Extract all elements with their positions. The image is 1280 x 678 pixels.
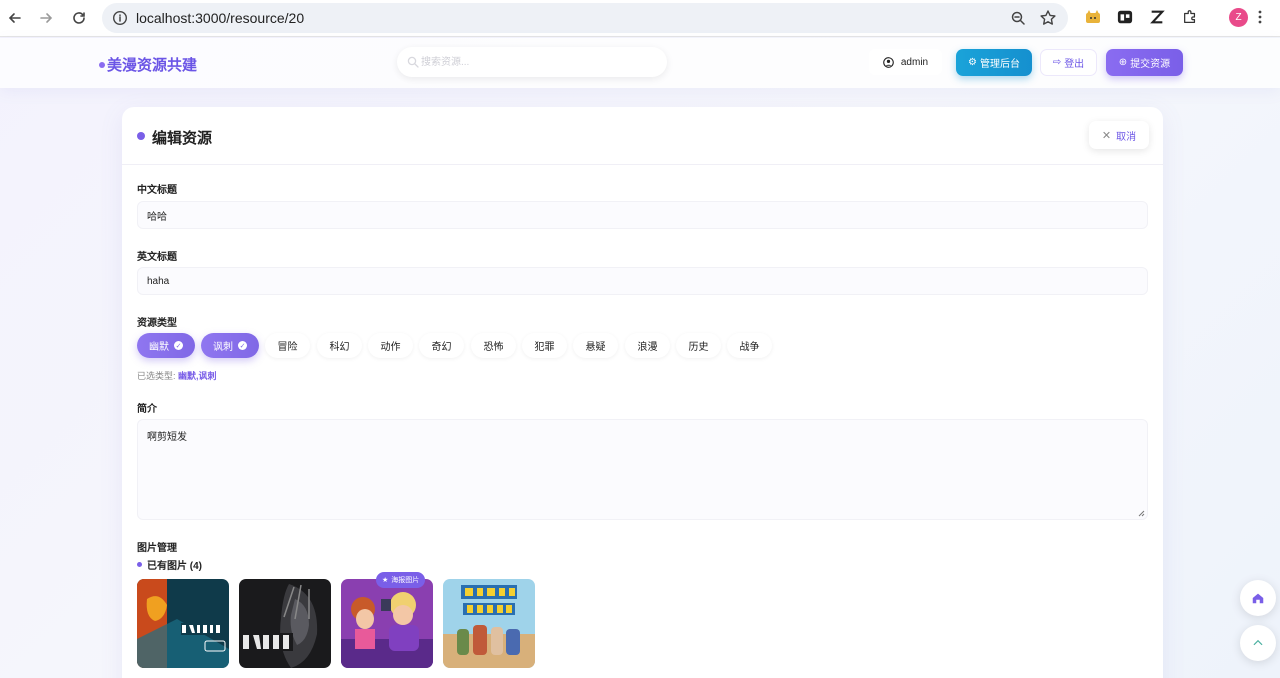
cancel-button[interactable]: ✕ 取消 — [1089, 121, 1149, 149]
address-bar[interactable]: localhost:3000/resource/20 — [102, 3, 1068, 33]
reload-icon[interactable] — [68, 7, 90, 29]
logout-button[interactable]: ⇨ 登出 — [1040, 49, 1097, 76]
search-icon — [407, 56, 419, 68]
star-icon[interactable] — [1039, 9, 1057, 27]
home-icon — [1252, 593, 1264, 604]
tag-humor[interactable]: 幽默 ✓ — [137, 333, 195, 358]
tag-fantasy[interactable]: 奇幻 — [419, 333, 464, 358]
selected-value: 幽默,讽刺 — [178, 371, 217, 381]
scroll-top-button[interactable] — [1240, 625, 1276, 661]
existing-count: 已有图片 (4) — [147, 561, 202, 572]
gear-icon: ⚙ — [968, 57, 977, 68]
cancel-label: 取消 — [1116, 131, 1137, 143]
image-label: 图片管理 — [137, 543, 177, 554]
existing-images-label: 已有图片 (4) — [137, 557, 202, 572]
tag-history[interactable]: 历史 — [676, 333, 721, 358]
tag-label: 讽刺 — [213, 342, 233, 353]
profile-avatar[interactable]: Z — [1229, 8, 1248, 27]
intro-label: 简介 — [137, 404, 157, 415]
extension-puzzle-icon[interactable] — [1181, 8, 1199, 26]
cn-title-label: 中文标题 — [137, 185, 177, 196]
app-header: 美漫资源共建 admin ⚙ 管理后台 ⇨ 登出 ⊕ 提交资源 — [0, 38, 1280, 88]
admin-button[interactable]: ⚙ 管理后台 — [956, 49, 1032, 76]
title-dot — [137, 132, 145, 140]
tag-war[interactable]: 战争 — [727, 333, 772, 358]
back-arrow-icon[interactable] — [4, 7, 26, 29]
browser-toolbar: localhost:3000/resource/20 Z — [0, 0, 1280, 37]
edit-resource-card: 编辑资源 ✕ 取消 中文标题 哈哈 英文标题 haha 资源类型 幽默 ✓ 讽刺 ✓… — [122, 107, 1163, 678]
home-float-button[interactable] — [1240, 580, 1276, 616]
tag-action[interactable]: 动作 — [368, 333, 413, 358]
brand-dot — [99, 61, 105, 68]
brand-title[interactable]: 美漫资源共建 — [107, 54, 197, 75]
username: admin — [900, 56, 929, 68]
check-icon: ✓ — [174, 341, 183, 350]
search-input[interactable] — [421, 47, 651, 77]
zoom-icon[interactable] — [1010, 10, 1026, 26]
tag-mystery[interactable]: 悬疑 — [573, 333, 618, 358]
type-label: 资源类型 — [137, 318, 177, 329]
search-box[interactable] — [397, 47, 667, 77]
chevron-up-icon — [1253, 639, 1263, 646]
image-thumbnail-1[interactable] — [137, 579, 229, 668]
extension-z-icon[interactable] — [1148, 8, 1166, 26]
resize-handle-icon[interactable] — [1137, 509, 1145, 517]
check-icon: ✓ — [238, 341, 247, 350]
tag-satire[interactable]: 讽刺 ✓ — [201, 333, 259, 358]
user-chip[interactable]: admin — [869, 49, 942, 75]
intro-textarea[interactable]: 啊剪短发 — [137, 419, 1148, 520]
submit-resource-button[interactable]: ⊕ 提交资源 — [1106, 49, 1183, 76]
poster-badge-label: 海报图片 — [391, 577, 420, 584]
info-icon[interactable] — [112, 10, 128, 26]
intro-text: 啊剪短发 — [147, 432, 187, 443]
card-header: 编辑资源 ✕ 取消 — [122, 107, 1163, 165]
poster-badge: ★ 海报图片 — [376, 572, 426, 588]
extension-cat-icon[interactable] — [1084, 8, 1102, 26]
tag-romance[interactable]: 浪漫 — [625, 333, 670, 358]
submit-label: 提交资源 — [1130, 59, 1171, 70]
star-icon: ★ — [382, 577, 389, 584]
sub-dot — [137, 562, 142, 567]
image-thumbnail-4[interactable] — [443, 579, 535, 668]
kebab-menu-icon[interactable] — [1258, 9, 1262, 25]
tag-horror[interactable]: 恐怖 — [471, 333, 516, 358]
url-text[interactable]: localhost:3000/resource/20 — [136, 10, 304, 26]
extension-board-icon[interactable] — [1116, 8, 1134, 26]
image-thumbnail-3[interactable] — [341, 579, 433, 668]
en-title-input[interactable]: haha — [137, 267, 1148, 295]
admin-label: 管理后台 — [979, 59, 1020, 70]
cn-title-input[interactable]: 哈哈 — [137, 201, 1148, 229]
image-thumbnail-2[interactable] — [239, 579, 331, 668]
en-title-label: 英文标题 — [137, 252, 177, 263]
close-icon: ✕ — [1101, 129, 1112, 142]
tag-label: 幽默 — [149, 342, 169, 353]
forward-arrow-icon[interactable] — [35, 7, 57, 29]
brand[interactable]: 美漫资源共建 — [99, 54, 197, 75]
selected-types: 已选类型: 幽默,讽刺 — [137, 369, 217, 382]
tag-crime[interactable]: 犯罪 — [522, 333, 567, 358]
user-icon — [883, 56, 894, 68]
tag-scifi[interactable]: 科幻 — [317, 333, 362, 358]
plus-circle-icon: ⊕ — [1118, 57, 1128, 68]
tag-adventure[interactable]: 冒险 — [265, 333, 310, 358]
page-title: 编辑资源 — [152, 130, 213, 147]
logout-label: 登出 — [1064, 59, 1085, 70]
selected-prefix: 已选类型: — [137, 371, 176, 381]
logout-icon: ⇨ — [1052, 57, 1062, 68]
